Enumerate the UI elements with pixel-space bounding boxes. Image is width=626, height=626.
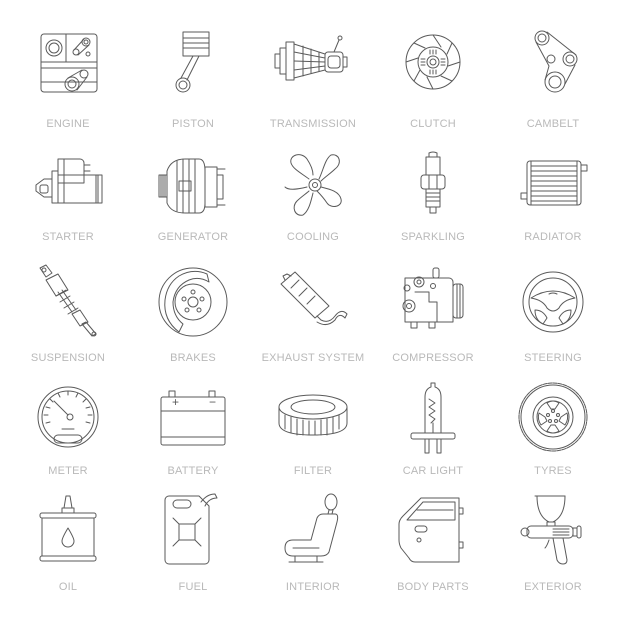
item-car-light: CAR LIGHT [373, 377, 493, 477]
steering-wheel-icon [522, 271, 584, 333]
cambelt-icon [534, 30, 578, 93]
item-brakes: BRAKES [133, 262, 253, 364]
oil-can-icon [39, 495, 97, 562]
piston-icon [175, 31, 210, 93]
compressor-icon [402, 267, 464, 329]
car-door-icon [398, 497, 464, 563]
item-label: OIL [58, 581, 78, 593]
item-label: STEERING [524, 352, 582, 364]
auto-parts-icon-grid: ENGINE PISTON TRANSMISSION CLUTCH CAMBEL… [0, 0, 626, 626]
item-label: TYRES [534, 465, 572, 477]
headlight-bulb-icon [410, 382, 456, 454]
exhaust-icon [280, 271, 348, 326]
item-battery: + − BATTERY [133, 377, 253, 477]
item-label: GENERATOR [157, 231, 229, 243]
item-label: EXHAUST SYSTEM [261, 352, 365, 364]
item-generator: GENERATOR [133, 145, 253, 243]
transmission-icon [274, 35, 348, 81]
tyre-icon [518, 382, 588, 452]
item-transmission: TRANSMISSION [253, 22, 373, 130]
item-label: BODY PARTS [397, 581, 469, 593]
item-label: FILTER [293, 465, 333, 477]
item-label: CAR LIGHT [402, 465, 464, 477]
radiator-icon [520, 160, 588, 206]
item-label: FUEL [178, 581, 208, 593]
item-label: BATTERY [167, 465, 219, 477]
item-engine: ENGINE [8, 22, 128, 130]
suspension-icon [39, 264, 97, 337]
brake-disc-icon [158, 267, 228, 337]
engine-icon [40, 33, 98, 93]
cooling-fan-icon [284, 154, 342, 216]
item-label: BRAKES [170, 352, 216, 364]
item-piston: PISTON [133, 22, 253, 130]
fuel-canister-icon [164, 493, 218, 565]
item-label: COOLING [286, 231, 340, 243]
clutch-icon [405, 34, 461, 90]
item-label: INTERIOR [285, 581, 341, 593]
item-label: SPARKLING [401, 231, 465, 243]
item-label: TRANSMISSION [269, 118, 357, 130]
item-radiator: RADIATOR [493, 145, 613, 243]
item-label: CLUTCH [410, 118, 456, 130]
item-label: METER [48, 465, 88, 477]
battery-icon [160, 390, 226, 446]
item-filter: FILTER [253, 377, 373, 477]
item-compressor: COMPRESSOR [373, 262, 493, 364]
item-fuel: FUEL [133, 490, 253, 593]
battery-plus-sign: + [172, 395, 180, 409]
car-seat-icon [284, 493, 339, 563]
item-label: RADIATOR [524, 231, 582, 243]
speedometer-icon [37, 386, 99, 448]
item-label: EXTERIOR [524, 581, 582, 593]
air-filter-icon [278, 394, 348, 436]
item-interior: INTERIOR [253, 490, 373, 593]
item-label: PISTON [172, 118, 214, 130]
item-starter: STARTER [8, 145, 128, 243]
spark-plug-icon [420, 151, 446, 214]
item-suspension: SUSPENSION [8, 262, 128, 364]
battery-minus-sign: − [209, 395, 217, 409]
item-label: ENGINE [46, 118, 90, 130]
item-oil: OIL [8, 490, 128, 593]
item-exhaust: EXHAUST SYSTEM [253, 262, 373, 364]
item-meter: METER [8, 377, 128, 477]
item-cooling: COOLING [253, 145, 373, 243]
item-label: CAMBELT [526, 118, 580, 130]
item-body-parts: BODY PARTS [373, 490, 493, 593]
item-exterior: EXTERIOR [493, 490, 613, 593]
item-tyres: TYRES [493, 377, 613, 477]
item-label: STARTER [42, 231, 94, 243]
item-sparkling: SPARKLING [373, 145, 493, 243]
item-clutch: CLUTCH [373, 22, 493, 130]
spray-gun-icon [520, 495, 582, 565]
item-label: SUSPENSION [30, 352, 106, 364]
item-cambelt: CAMBELT [493, 22, 613, 130]
starter-icon [35, 158, 103, 204]
generator-icon [158, 158, 226, 214]
item-label: COMPRESSOR [392, 352, 474, 364]
item-steering: STEERING [493, 262, 613, 364]
